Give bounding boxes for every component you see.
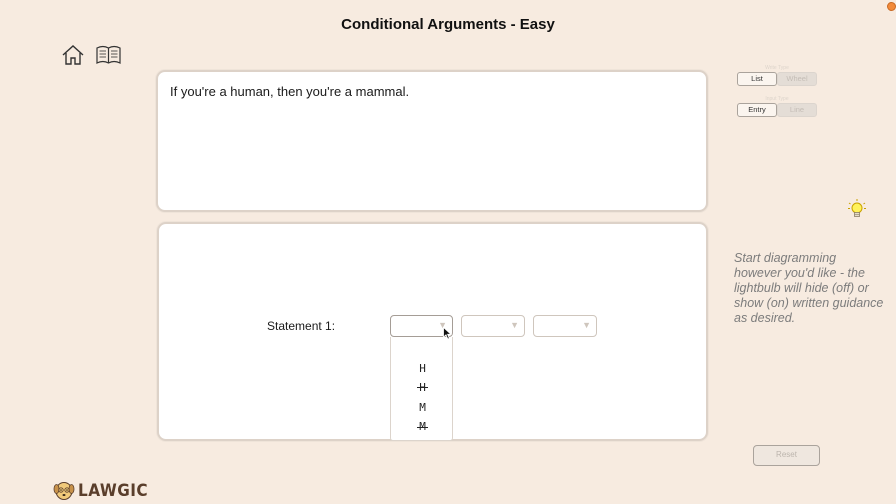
variable-dropdown-list: H H M M	[390, 337, 453, 441]
problem-text: If you're a human, then you're a mammal.	[170, 84, 410, 99]
view-type-caption: Write Type	[765, 65, 789, 71]
lawgic-logo: LAWGIC	[52, 479, 148, 503]
guidance-text: Start diagramming however you'd like - t…	[734, 251, 884, 325]
chevron-down-icon: ▼	[510, 320, 519, 330]
chevron-down-icon: ▼	[582, 320, 591, 330]
dropdown-option-m[interactable]: M	[391, 400, 454, 416]
view-list-option[interactable]: List	[737, 72, 777, 86]
book-icon[interactable]	[96, 45, 121, 66]
input-type-toggle[interactable]: Entry Line	[737, 103, 817, 117]
input-entry-option[interactable]: Entry	[737, 103, 777, 117]
dropdown-option-not-m[interactable]: M	[391, 419, 454, 435]
logo-wordmark: LAWGIC	[78, 481, 149, 501]
mouse-cursor-icon	[443, 326, 453, 345]
view-wheel-option[interactable]: Wheel	[777, 72, 817, 86]
window-close-dot[interactable]	[887, 2, 896, 11]
statement-operator-select[interactable]: ▼	[461, 315, 525, 337]
reset-button[interactable]: Reset	[753, 445, 820, 466]
dropdown-option-h[interactable]: H	[391, 361, 454, 377]
page-title: Conditional Arguments - Easy	[341, 16, 555, 33]
dropdown-option-not-h[interactable]: H	[391, 380, 454, 396]
statement-label: Statement 1:	[267, 319, 336, 333]
dog-mascot-icon	[53, 482, 75, 500]
view-type-toggle[interactable]: List Wheel	[737, 72, 817, 86]
input-line-option[interactable]: Line	[777, 103, 817, 117]
lightbulb-icon[interactable]	[848, 199, 866, 224]
problem-panel: If you're a human, then you're a mammal.	[156, 70, 708, 212]
input-type-caption: Input Type	[765, 96, 789, 102]
statement-result-select[interactable]: ▼	[533, 315, 597, 337]
home-icon[interactable]	[61, 44, 85, 66]
